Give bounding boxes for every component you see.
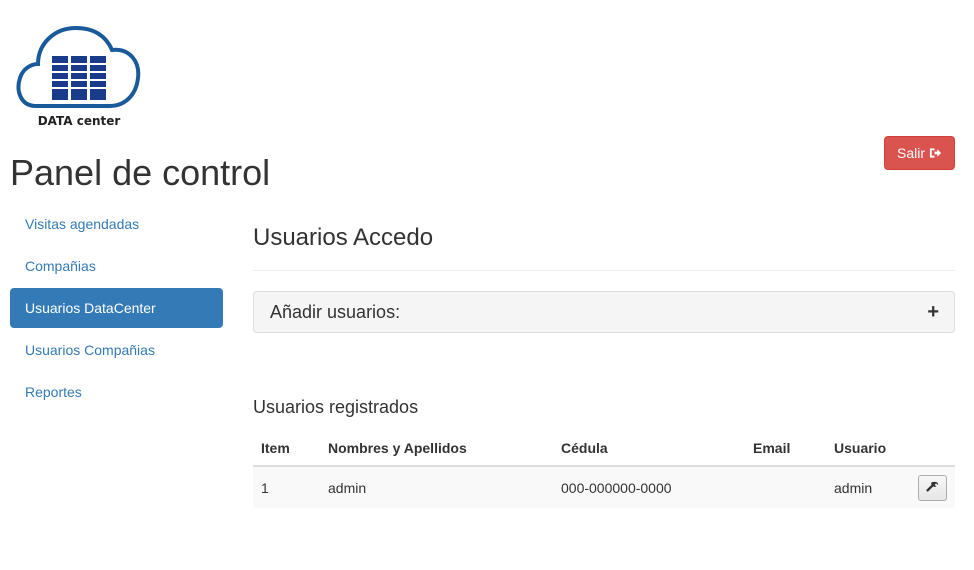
cloud-server-icon: [16, 25, 141, 108]
logout-label: Salir: [896, 145, 925, 161]
sidebar-item-usuarios-companias[interactable]: Usuarios Compañias: [10, 330, 223, 370]
column-header-nombres: Nombres y Apellidos: [320, 431, 553, 467]
cell-email: [745, 466, 826, 508]
sign-out-icon: [929, 148, 942, 158]
add-users-panel-header[interactable]: Añadir usuarios: +: [253, 291, 955, 333]
sidebar-item-visitas-agendadas[interactable]: Visitas agendadas: [10, 204, 223, 244]
sidebar-item-reportes[interactable]: Reportes: [10, 372, 223, 412]
sidebar-item-usuarios-datacenter[interactable]: Usuarios DataCenter: [10, 288, 223, 328]
datacenter-logo: DATA center: [14, 22, 144, 132]
table-header-row: Item Nombres y Apellidos Cédula Email Us…: [253, 431, 955, 467]
cell-usuario: admin: [826, 466, 906, 508]
registered-users-title: Usuarios registrados: [253, 397, 419, 417]
column-header-cedula: Cédula: [553, 431, 745, 467]
sidebar-item-companias[interactable]: Compañias: [10, 246, 223, 286]
main-content: Usuarios Accedo Añadir usuarios: + Usuar…: [253, 222, 955, 508]
logout-button[interactable]: Salir: [884, 136, 955, 170]
cell-item: 1: [253, 466, 320, 508]
wrench-icon: [926, 481, 939, 492]
column-header-usuario: Usuario: [826, 431, 906, 467]
cell-name: admin: [320, 466, 553, 508]
users-table: Item Nombres y Apellidos Cédula Email Us…: [253, 431, 955, 508]
plus-icon[interactable]: +: [927, 302, 939, 322]
add-users-title: Añadir usuarios:: [270, 301, 401, 322]
section-title: Usuarios Accedo: [253, 224, 434, 251]
sidebar-nav: Visitas agendadas Compañias Usuarios Dat…: [10, 204, 223, 414]
cell-cedula: 000-000000-0000: [553, 466, 745, 508]
divider: [253, 270, 955, 271]
column-header-email: Email: [745, 431, 826, 467]
logo-text: DATA center: [37, 114, 121, 128]
table-row: 1 admin 000-000000-0000 admin: [253, 466, 955, 508]
column-header-actions: [906, 431, 955, 467]
cell-actions: [906, 466, 955, 508]
column-header-item: Item: [253, 431, 320, 467]
edit-user-button[interactable]: [918, 474, 947, 501]
page-title: Panel de control: [10, 152, 271, 193]
